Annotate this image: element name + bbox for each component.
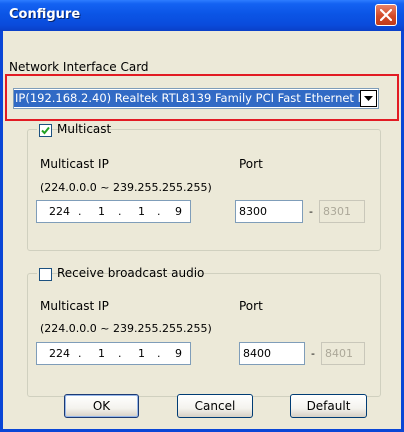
broadcast-port-input[interactable]: 8400 — [239, 342, 305, 365]
window-title: Configure — [9, 7, 81, 22]
ip-dot: . — [157, 205, 161, 218]
ip-octet-3: 1 — [138, 347, 145, 360]
close-icon — [380, 9, 392, 21]
multicast-legend: Multicast — [37, 122, 111, 138]
broadcast-ip-input[interactable]: 224 . 1 . 1 . 9 — [36, 342, 191, 365]
multicast-ip-label: Multicast IP — [40, 157, 109, 171]
ip-dot: . — [78, 205, 82, 218]
ok-button[interactable]: OK — [64, 394, 139, 418]
port-range-dash: - — [311, 347, 315, 360]
close-button[interactable] — [375, 4, 397, 26]
configure-dialog: Configure Network Interface Card IP(192.… — [0, 0, 404, 432]
port-end-value: 8401 — [325, 347, 353, 360]
ip-octet-1: 224 — [49, 205, 70, 218]
multicast-ip-range: (224.0.0.0 ~ 239.255.255.255) — [40, 181, 212, 194]
ip-dot: . — [118, 347, 122, 360]
ip-dot: . — [118, 205, 122, 218]
multicast-label: Multicast — [57, 122, 112, 136]
multicast-port-end-input: 8301 — [319, 200, 365, 223]
port-label: Port — [239, 299, 263, 313]
multicast-port-input[interactable]: 8300 — [235, 200, 303, 223]
ip-octet-4: 9 — [175, 347, 182, 360]
nic-selected-value: IP(192.168.2.40) Realtek RTL8139 Family … — [14, 90, 360, 107]
broadcast-ip-label: Multicast IP — [40, 299, 109, 313]
checkmark-icon — [41, 126, 50, 135]
port-end-value: 8301 — [323, 205, 351, 218]
multicast-checkbox[interactable] — [39, 124, 52, 137]
ip-dot: . — [157, 347, 161, 360]
port-label: Port — [239, 157, 263, 171]
broadcast-port-end-input: 8401 — [321, 342, 365, 365]
cancel-button[interactable]: Cancel — [177, 394, 253, 418]
ip-octet-2: 1 — [98, 205, 105, 218]
multicast-ip-input[interactable]: 224 . 1 . 1 . 9 — [36, 200, 191, 223]
broadcast-group: Receive broadcast audio Multicast IP Por… — [27, 266, 381, 397]
ip-octet-1: 224 — [49, 347, 70, 360]
broadcast-checkbox[interactable] — [39, 268, 52, 281]
ip-octet-3: 1 — [138, 205, 145, 218]
title-bar[interactable]: Configure — [0, 0, 404, 31]
nic-label: Network Interface Card — [9, 60, 149, 74]
multicast-group: Multicast Multicast IP Port (224.0.0.0 ~… — [27, 122, 381, 251]
dropdown-button[interactable] — [360, 90, 377, 107]
port-range-dash: - — [309, 205, 313, 218]
broadcast-legend: Receive broadcast audio — [37, 266, 204, 282]
default-button[interactable]: Default — [290, 394, 367, 418]
ip-dot: . — [78, 347, 82, 360]
port-value: 8300 — [239, 205, 267, 218]
ip-octet-2: 1 — [98, 347, 105, 360]
port-value: 8400 — [243, 347, 271, 360]
broadcast-ip-range: (224.0.0.0 ~ 239.255.255.255) — [40, 322, 212, 335]
broadcast-label: Receive broadcast audio — [57, 266, 205, 280]
ip-octet-4: 9 — [175, 205, 182, 218]
dialog-body: Network Interface Card IP(192.168.2.40) … — [3, 31, 401, 429]
chevron-down-icon — [364, 96, 373, 101]
nic-dropdown[interactable]: IP(192.168.2.40) Realtek RTL8139 Family … — [13, 88, 379, 109]
